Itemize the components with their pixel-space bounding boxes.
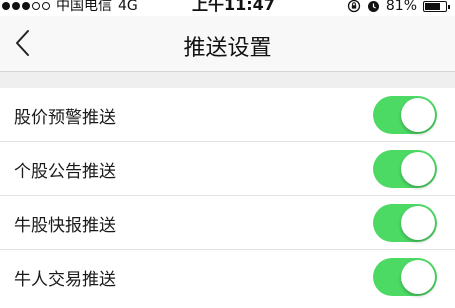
toggle-knob: [401, 98, 435, 132]
toggle-knob: [401, 152, 435, 186]
status-time: 上午11:47: [192, 0, 275, 14]
rotation-lock-icon: [347, 0, 361, 13]
setting-row-hot-stock-news: 牛股快报推送: [0, 196, 455, 250]
battery-fill: [425, 2, 440, 10]
expert-trade-toggle[interactable]: [373, 258, 437, 296]
status-bar: 中国电信 4G 上午11:47 81%: [0, 0, 455, 16]
setting-label: 股价预警推送: [14, 108, 116, 128]
carrier-name: 中国电信: [56, 0, 112, 14]
signal-dot: [42, 2, 50, 10]
alarm-icon: [367, 0, 379, 12]
setting-label: 牛股快报推送: [14, 216, 116, 236]
price-alert-toggle[interactable]: [373, 96, 437, 134]
push-settings-screen: 中国电信 4G 上午11:47 81% 推送设置 股价预警推送 个股公告推送 牛…: [0, 0, 455, 308]
settings-list: 股价预警推送 个股公告推送 牛股快报推送 牛人交易推送: [0, 88, 455, 308]
stock-announcement-toggle[interactable]: [373, 150, 437, 188]
battery-percent: 81%: [385, 0, 417, 14]
hot-stock-news-toggle[interactable]: [373, 204, 437, 242]
setting-row-stock-announcement: 个股公告推送: [0, 142, 455, 196]
battery-icon: [423, 0, 450, 12]
status-left: 中国电信 4G: [2, 0, 138, 14]
toggle-knob: [401, 206, 435, 240]
signal-dot: [22, 2, 30, 10]
signal-dot: [12, 2, 20, 10]
signal-dot: [2, 2, 10, 10]
toggle-knob: [401, 260, 435, 294]
network-type: 4G: [118, 0, 138, 14]
setting-label: 个股公告推送: [14, 162, 116, 182]
signal-dot: [32, 2, 40, 10]
setting-row-expert-trade: 牛人交易推送: [0, 250, 455, 308]
setting-row-price-alert: 股价预警推送: [0, 88, 455, 142]
setting-label: 牛人交易推送: [14, 270, 116, 290]
page-title: 推送设置: [183, 36, 272, 61]
signal-strength-icon: [2, 2, 50, 10]
status-right: 81%: [347, 0, 450, 14]
navigation-bar: 推送设置: [0, 16, 455, 72]
